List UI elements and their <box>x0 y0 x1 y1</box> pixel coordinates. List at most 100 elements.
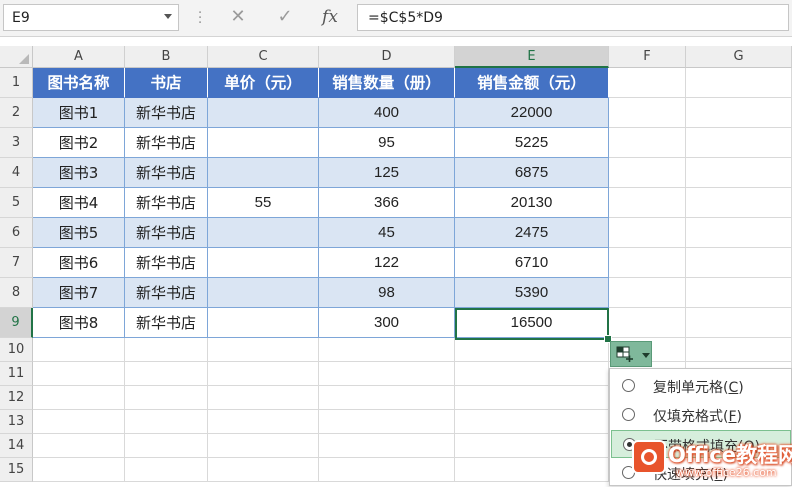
empty-cell[interactable] <box>686 98 792 128</box>
empty-cell[interactable] <box>125 434 208 458</box>
row-header-14[interactable]: 14 <box>0 434 33 458</box>
autofill-options-button[interactable] <box>610 341 652 367</box>
empty-cell[interactable] <box>208 338 319 362</box>
row-header-8[interactable]: 8 <box>0 278 33 308</box>
table-cell-quantity[interactable]: 95 <box>319 128 455 158</box>
empty-cell[interactable] <box>125 458 208 482</box>
empty-cell[interactable] <box>686 128 792 158</box>
column-header-e[interactable]: E <box>455 46 609 68</box>
empty-cell[interactable] <box>319 434 455 458</box>
row-header-5[interactable]: 5 <box>0 188 33 218</box>
table-cell-book-name[interactable]: 图书4 <box>33 188 125 218</box>
table-cell-book-name[interactable]: 图书5 <box>33 218 125 248</box>
empty-cell[interactable] <box>125 338 208 362</box>
empty-cell[interactable] <box>609 128 686 158</box>
empty-cell[interactable] <box>686 338 792 362</box>
column-header-c[interactable]: C <box>208 46 319 68</box>
table-cell-amount[interactable]: 22000 <box>455 98 609 128</box>
empty-cell[interactable] <box>208 410 319 434</box>
row-header-9[interactable]: 9 <box>0 308 33 338</box>
empty-cell[interactable] <box>686 308 792 338</box>
empty-cell[interactable] <box>609 188 686 218</box>
table-cell-price[interactable] <box>208 308 319 338</box>
empty-cell[interactable] <box>33 434 125 458</box>
insert-function-icon[interactable]: fx <box>318 5 342 29</box>
empty-cell[interactable] <box>125 386 208 410</box>
empty-cell[interactable] <box>319 338 455 362</box>
empty-cell[interactable] <box>319 386 455 410</box>
table-cell-amount[interactable]: 6710 <box>455 248 609 278</box>
table-cell-store[interactable]: 新华书店 <box>125 128 208 158</box>
empty-cell[interactable] <box>208 362 319 386</box>
table-cell-quantity[interactable]: 125 <box>319 158 455 188</box>
table-cell-store[interactable]: 新华书店 <box>125 308 208 338</box>
empty-cell[interactable] <box>33 386 125 410</box>
empty-cell[interactable] <box>125 362 208 386</box>
table-cell-price[interactable] <box>208 98 319 128</box>
table-cell-amount[interactable]: 20130 <box>455 188 609 218</box>
row-header-2[interactable]: 2 <box>0 98 33 128</box>
table-cell-store[interactable]: 新华书店 <box>125 98 208 128</box>
row-header-15[interactable]: 15 <box>0 458 33 482</box>
table-cell-book-name[interactable]: 图书8 <box>33 308 125 338</box>
table-cell-price[interactable] <box>208 128 319 158</box>
row-header-10[interactable]: 10 <box>0 338 33 362</box>
table-header-amount[interactable]: 销售金额（元） <box>455 68 609 98</box>
table-header-price[interactable]: 单价（元） <box>208 68 319 98</box>
empty-cell[interactable] <box>208 434 319 458</box>
empty-cell[interactable] <box>686 278 792 308</box>
empty-cell[interactable] <box>609 68 686 98</box>
empty-cell[interactable] <box>609 278 686 308</box>
empty-cell[interactable] <box>455 410 609 434</box>
row-header-12[interactable]: 12 <box>0 386 33 410</box>
table-cell-quantity[interactable]: 45 <box>319 218 455 248</box>
empty-cell[interactable] <box>33 410 125 434</box>
radio-icon[interactable] <box>622 408 635 421</box>
table-cell-quantity[interactable]: 400 <box>319 98 455 128</box>
table-cell-store[interactable]: 新华书店 <box>125 188 208 218</box>
column-header-b[interactable]: B <box>125 46 208 68</box>
empty-cell[interactable] <box>455 434 609 458</box>
empty-cell[interactable] <box>455 362 609 386</box>
table-cell-book-name[interactable]: 图书7 <box>33 278 125 308</box>
empty-cell[interactable] <box>686 188 792 218</box>
empty-cell[interactable] <box>208 386 319 410</box>
table-cell-amount[interactable]: 5225 <box>455 128 609 158</box>
empty-cell[interactable] <box>686 248 792 278</box>
empty-cell[interactable] <box>686 68 792 98</box>
column-header-d[interactable]: D <box>319 46 455 68</box>
name-box[interactable]: E9 <box>3 4 179 31</box>
cancel-icon[interactable]: ✕ <box>226 5 250 29</box>
row-header-7[interactable]: 7 <box>0 248 33 278</box>
chevron-down-icon[interactable] <box>164 14 172 19</box>
row-header-4[interactable]: 4 <box>0 158 33 188</box>
table-cell-book-name[interactable]: 图书6 <box>33 248 125 278</box>
table-cell-store[interactable]: 新华书店 <box>125 218 208 248</box>
empty-cell[interactable] <box>455 338 609 362</box>
empty-cell[interactable] <box>33 362 125 386</box>
empty-cell[interactable] <box>609 98 686 128</box>
table-cell-store[interactable]: 新华书店 <box>125 278 208 308</box>
empty-cell[interactable] <box>609 158 686 188</box>
formula-input[interactable]: =$C$5*D9 <box>357 4 789 31</box>
empty-cell[interactable] <box>609 248 686 278</box>
table-cell-book-name[interactable]: 图书3 <box>33 158 125 188</box>
column-header-a[interactable]: A <box>33 46 125 68</box>
empty-cell[interactable] <box>686 158 792 188</box>
menu-item-fill-formatting-only[interactable]: 仅填充格式(F) <box>611 401 791 429</box>
table-cell-store[interactable]: 新华书店 <box>125 248 208 278</box>
row-header-13[interactable]: 13 <box>0 410 33 434</box>
empty-cell[interactable] <box>33 458 125 482</box>
table-cell-price[interactable] <box>208 278 319 308</box>
check-icon[interactable]: ✓ <box>273 5 297 29</box>
table-cell-quantity[interactable]: 366 <box>319 188 455 218</box>
table-header-quantity[interactable]: 销售数量（册） <box>319 68 455 98</box>
empty-cell[interactable] <box>455 386 609 410</box>
table-cell-quantity[interactable]: 122 <box>319 248 455 278</box>
table-cell-quantity[interactable]: 300 <box>319 308 455 338</box>
empty-cell[interactable] <box>455 458 609 482</box>
empty-cell[interactable] <box>686 218 792 248</box>
empty-cell[interactable] <box>609 218 686 248</box>
table-header-book-name[interactable]: 图书名称 <box>33 68 125 98</box>
column-header-g[interactable]: G <box>686 46 792 68</box>
